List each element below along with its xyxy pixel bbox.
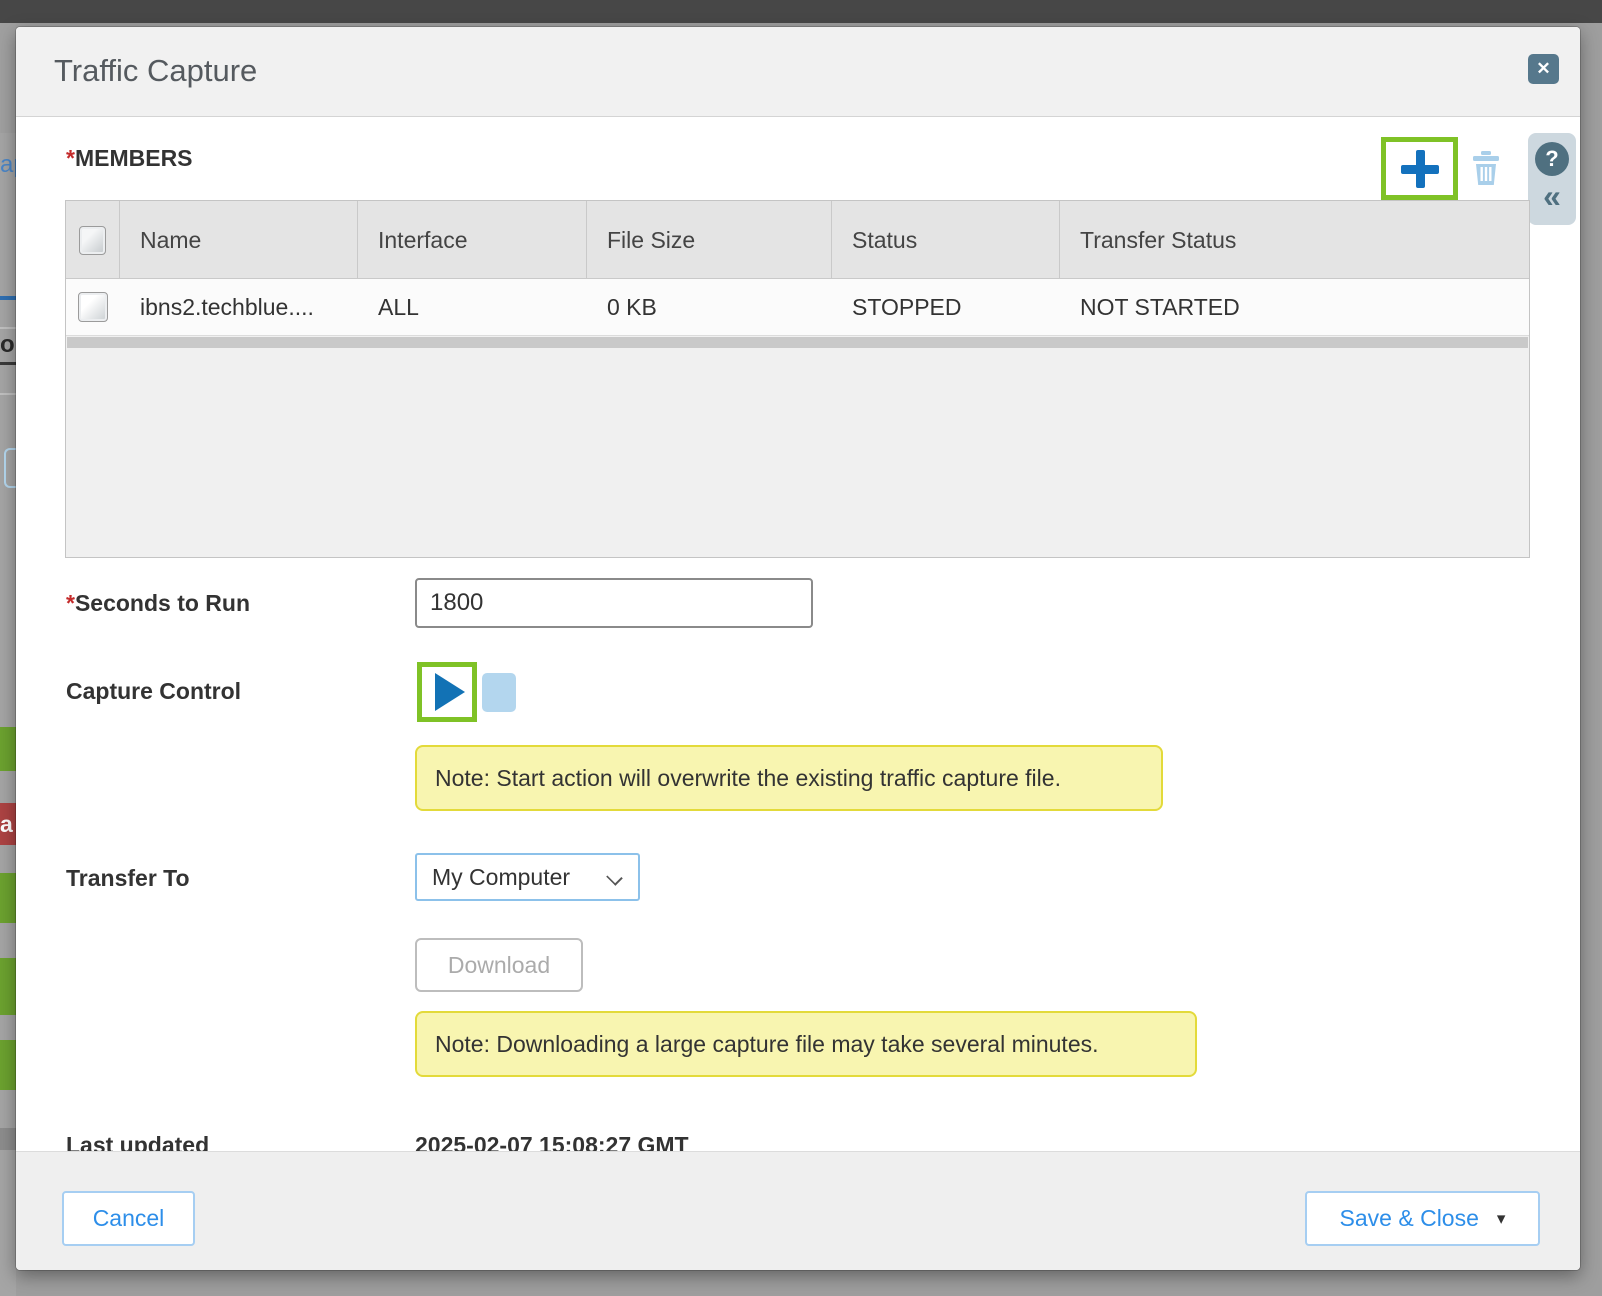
transfer-to-value: My Computer <box>432 864 570 891</box>
plus-icon <box>1416 150 1425 188</box>
column-header-file-size[interactable]: File Size <box>587 201 832 279</box>
download-note: Note: Downloading a large capture file m… <box>415 1011 1197 1077</box>
caret-down-icon: ▾ <box>1497 1209 1506 1229</box>
stop-capture-button stop-icon[interactable] <box>482 673 516 712</box>
members-table-header: Name Interface File Size Status Transfer… <box>66 201 1529 279</box>
cell-transfer-status: NOT STARTED <box>1060 294 1529 321</box>
seconds-to-run-label: *Seconds to Run <box>66 590 250 617</box>
select-all-checkbox[interactable] <box>79 226 106 255</box>
background-page-edge: ap ol a <box>0 23 16 1296</box>
start-capture-button play-icon[interactable] <box>435 673 465 711</box>
cell-status: STOPPED <box>832 294 1060 321</box>
dialog-side-panel: ? « <box>1528 133 1576 225</box>
background-active-tab-underline <box>0 296 16 300</box>
background-status-green <box>0 727 16 771</box>
row-checkbox[interactable] <box>78 292 108 322</box>
delete-member-button[interactable] <box>1472 151 1500 185</box>
select-all-cell <box>66 201 120 279</box>
transfer-to-dropdown[interactable]: My Computer <box>415 853 640 901</box>
members-table: Name Interface File Size Status Transfer… <box>65 200 1530 558</box>
trash-icon <box>1472 151 1500 185</box>
background-link-fragment: ap <box>0 151 16 179</box>
members-section-label: *MEMBERS <box>66 145 193 172</box>
cell-interface: ALL <box>358 294 587 321</box>
table-row[interactable]: ibns2.techblue.... ALL 0 KB STOPPED NOT … <box>66 279 1529 336</box>
dialog-header: Traffic Capture ✕ <box>16 27 1580 117</box>
traffic-capture-dialog: Traffic Capture ✕ *MEMBERS ? « Name Inte… <box>16 27 1580 1270</box>
start-note: Note: Start action will overwrite the ex… <box>415 745 1163 811</box>
background-section <box>0 23 16 133</box>
browser-top-bar <box>0 0 1602 23</box>
background-tab-fragment: ol <box>0 331 16 359</box>
close-icon[interactable]: ✕ <box>1528 54 1559 84</box>
chevron-down-icon <box>606 869 623 886</box>
collapse-icon[interactable]: « <box>1528 176 1576 216</box>
transfer-to-label: Transfer To <box>66 865 190 892</box>
background-status-green <box>0 1040 16 1090</box>
column-header-status[interactable]: Status <box>832 201 1060 279</box>
background-tab-underline <box>0 362 16 365</box>
save-close-button[interactable]: Save & Close ▾ <box>1305 1191 1540 1246</box>
add-button-highlight <box>1381 137 1458 200</box>
background-button-fragment <box>4 448 16 488</box>
add-member-button[interactable] <box>1400 149 1440 189</box>
column-header-name[interactable]: Name <box>120 201 358 279</box>
dialog-title: Traffic Capture <box>54 53 257 89</box>
cell-file-size: 0 KB <box>587 294 832 321</box>
row-checkbox-cell <box>66 292 120 322</box>
horizontal-scrollbar[interactable] <box>67 337 1528 348</box>
background-divider-dark <box>0 1128 16 1150</box>
background-divider <box>0 393 16 395</box>
cell-name: ibns2.techblue.... <box>120 294 358 321</box>
capture-control-label: Capture Control <box>66 678 241 705</box>
cancel-button[interactable]: Cancel <box>62 1191 195 1246</box>
download-button[interactable]: Download <box>415 938 583 992</box>
background-status-green <box>0 958 16 1015</box>
background-status-red: a <box>0 803 16 845</box>
required-asterisk: * <box>66 145 75 171</box>
background-divider <box>0 327 16 329</box>
help-icon[interactable]: ? <box>1535 142 1569 176</box>
column-header-interface[interactable]: Interface <box>358 201 587 279</box>
column-header-transfer-status[interactable]: Transfer Status <box>1060 201 1529 279</box>
required-asterisk: * <box>66 590 75 616</box>
dialog-footer: Cancel Save & Close ▾ <box>16 1151 1580 1270</box>
start-button-highlight <box>417 662 477 722</box>
background-status-green <box>0 873 16 923</box>
seconds-to-run-input[interactable] <box>415 578 813 628</box>
